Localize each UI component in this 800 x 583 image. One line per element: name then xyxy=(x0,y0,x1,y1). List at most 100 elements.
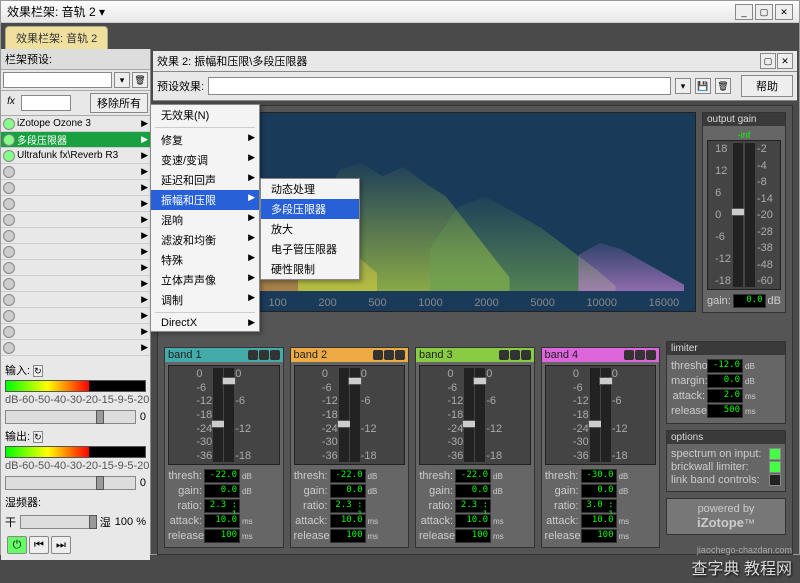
band-thresh-input[interactable]: -30.0 xyxy=(581,469,617,483)
effect-collapse-button[interactable]: ▢ xyxy=(760,53,776,69)
band-mute-button[interactable] xyxy=(395,350,405,360)
band-bypass-button[interactable] xyxy=(259,350,269,360)
band-ratio-input[interactable]: 2.3 : 1 xyxy=(204,499,240,513)
help-button[interactable]: 帮助 xyxy=(741,75,793,97)
submenu-item[interactable]: 放大 xyxy=(261,219,359,239)
efx-preset-dropdown[interactable] xyxy=(208,77,671,95)
output-gain-input[interactable]: 0.0 xyxy=(733,294,766,308)
maximize-button[interactable]: ▢ xyxy=(755,4,773,20)
effect-list-empty[interactable]: ▶ xyxy=(1,228,150,244)
submenu-item[interactable]: 电子管压限器 xyxy=(261,239,359,259)
band-solo-button[interactable] xyxy=(499,350,509,360)
input-slider[interactable] xyxy=(5,410,136,424)
effect-power-icon[interactable] xyxy=(3,118,15,130)
menu-item[interactable]: 修复▶ xyxy=(151,130,259,150)
band-thresh-input[interactable]: -22.0 xyxy=(455,469,491,483)
limiter-attack-input[interactable]: 2.0 xyxy=(707,389,743,403)
band-release-input[interactable]: 100 xyxy=(330,529,366,543)
power-button[interactable]: ⏻ xyxy=(7,536,27,554)
effect-list-empty[interactable]: ▶ xyxy=(1,196,150,212)
effect-list-item[interactable]: Ultrafunk fx\Reverb R3▶ xyxy=(1,148,150,164)
effect-list-item[interactable]: iZotope Ozone 3▶ xyxy=(1,116,150,132)
effect-list-empty[interactable]: ▶ xyxy=(1,212,150,228)
submenu-item[interactable]: 动态处理 xyxy=(261,179,359,199)
band-attack-input[interactable]: 10.0 xyxy=(204,514,240,528)
effect-list-empty[interactable]: ▶ xyxy=(1,180,150,196)
band-attack-input[interactable]: 10.0 xyxy=(330,514,366,528)
fx-slot-dropdown[interactable] xyxy=(21,95,71,111)
band-solo-button[interactable] xyxy=(373,350,383,360)
band-bypass-button[interactable] xyxy=(635,350,645,360)
output-gain-button[interactable]: ↻ xyxy=(33,431,43,443)
band-gain-slider[interactable] xyxy=(601,368,611,462)
band-solo-button[interactable] xyxy=(624,350,634,360)
band-gain-slider[interactable] xyxy=(224,368,234,462)
submenu-item[interactable]: 硬性限制 xyxy=(261,259,359,279)
menu-item[interactable]: 立体声声像▶ xyxy=(151,270,259,290)
effect-power-icon[interactable] xyxy=(3,150,15,162)
band-mute-button[interactable] xyxy=(646,350,656,360)
menu-item[interactable]: 调制▶ xyxy=(151,290,259,310)
band-gain-slider[interactable] xyxy=(475,368,485,462)
band-gain-input[interactable]: 0.0 xyxy=(330,484,366,498)
next-button[interactable]: ⏭ xyxy=(51,536,71,554)
effect-list-empty[interactable]: ▶ xyxy=(1,324,150,340)
minimize-button[interactable]: _ xyxy=(735,4,753,20)
link-bands-checkbox[interactable] xyxy=(769,474,781,486)
band-ratio-input[interactable]: 2.3 : 1 xyxy=(330,499,366,513)
submenu-item[interactable]: 多段压限器 xyxy=(261,199,359,219)
band-ratio-input[interactable]: 3.0 : 1 xyxy=(581,499,617,513)
band-gain-slider[interactable] xyxy=(350,368,360,462)
tab-effects-rack[interactable]: 效果栏架: 音轨 2 xyxy=(5,26,108,49)
menu-directx[interactable]: DirectX▶ xyxy=(151,315,259,331)
prev-button[interactable]: ⏮ xyxy=(29,536,49,554)
menu-item[interactable]: 变速/变调▶ xyxy=(151,150,259,170)
rack-preset-dropdown[interactable] xyxy=(3,72,112,88)
efx-preset-delete-button[interactable]: 🗑 xyxy=(715,78,731,94)
delete-preset-button[interactable]: 🗑 xyxy=(132,72,148,88)
effect-list-empty[interactable]: ▶ xyxy=(1,340,150,356)
band-bypass-button[interactable] xyxy=(510,350,520,360)
menu-item[interactable]: 延迟和回声▶ xyxy=(151,170,259,190)
band-release-input[interactable]: 100 xyxy=(581,529,617,543)
band-attack-input[interactable]: 10.0 xyxy=(455,514,491,528)
limiter-release-input[interactable]: 500 xyxy=(707,404,743,418)
effect-list-empty[interactable]: ▶ xyxy=(1,308,150,324)
effect-list-empty[interactable]: ▶ xyxy=(1,276,150,292)
band-release-input[interactable]: 100 xyxy=(455,529,491,543)
band-gain-input[interactable]: 0.0 xyxy=(204,484,240,498)
band-release-input[interactable]: 100 xyxy=(204,529,240,543)
band-bypass-button[interactable] xyxy=(384,350,394,360)
band-gain-input[interactable]: 0.0 xyxy=(455,484,491,498)
effect-list-empty[interactable]: ▶ xyxy=(1,260,150,276)
effect-close-button[interactable]: ✕ xyxy=(777,53,793,69)
effect-list-empty[interactable]: ▶ xyxy=(1,244,150,260)
efx-preset-save-button[interactable]: 💾 xyxy=(695,78,711,94)
close-button[interactable]: ✕ xyxy=(775,4,793,20)
effect-list-item[interactable]: 多段压限器▶ xyxy=(1,132,150,148)
menu-item[interactable]: 特殊▶ xyxy=(151,250,259,270)
output-gain-slider[interactable] xyxy=(733,143,743,287)
efx-preset-menu-button[interactable]: ▾ xyxy=(675,78,691,94)
band-thresh-input[interactable]: -22.0 xyxy=(204,469,240,483)
brickwall-checkbox[interactable] xyxy=(769,461,781,473)
limiter-margin-input[interactable]: 0.0 xyxy=(707,374,743,388)
spectrum-input-checkbox[interactable] xyxy=(769,448,781,460)
band-attack-input[interactable]: 10.0 xyxy=(581,514,617,528)
save-preset-button[interactable]: ▾ xyxy=(114,72,130,88)
effect-list-empty[interactable]: ▶ xyxy=(1,292,150,308)
input-gain-button[interactable]: ↻ xyxy=(33,365,43,377)
remove-all-button[interactable]: 移除所有 xyxy=(90,93,148,113)
band-mute-button[interactable] xyxy=(521,350,531,360)
band-ratio-input[interactable]: 2.3 : 1 xyxy=(455,499,491,513)
effect-power-icon[interactable] xyxy=(3,134,15,146)
band-mute-button[interactable] xyxy=(270,350,280,360)
output-slider[interactable] xyxy=(5,476,136,490)
menu-item[interactable]: 混响▶ xyxy=(151,210,259,230)
menu-item[interactable]: 振幅和压限▶ xyxy=(151,190,259,210)
limiter-threshold-input[interactable]: -12.0 xyxy=(707,359,743,373)
menu-item[interactable]: 滤波和均衡▶ xyxy=(151,230,259,250)
wetdry-slider[interactable] xyxy=(20,515,96,529)
band-solo-button[interactable] xyxy=(248,350,258,360)
effect-list-empty[interactable]: ▶ xyxy=(1,164,150,180)
